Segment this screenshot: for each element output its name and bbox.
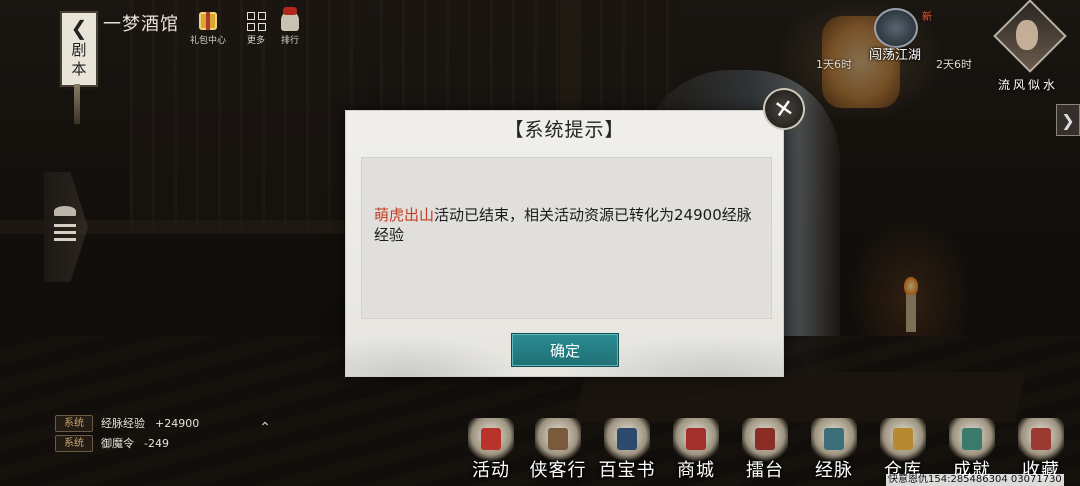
more-label: 更多 [246,36,265,46]
chevron-right-icon[interactable]: ❯ [1056,104,1080,136]
chevron-up-icon[interactable]: ⌃ [256,420,274,436]
log-tag: 系统 [55,414,93,432]
event-button[interactable]: 闯荡江湖 [864,8,926,68]
watermark: 快意恩仇154:285486304 03071730 [886,474,1064,486]
nav-label: 经脉 [815,460,853,481]
nav-xiakexing[interactable]: 侠客行 [525,418,591,484]
log-text: 经脉经验 [101,417,145,430]
drum-icon-fill [481,428,501,450]
chevron-left-icon: ❮ [70,16,88,40]
dialog-body: 萌虎出山活动已结束，相关活动资源已转化为24900经脉经验 [361,157,772,319]
log-row: 系统 御魔令 -249 [55,433,255,453]
player-avatar[interactable]: 流风似水 [993,0,1067,92]
meridian-icon-fill [824,428,844,450]
side-menu-icon [50,206,80,246]
event-label: 闯荡江湖 [868,48,921,63]
gift-center-button[interactable]: 礼包中心 [188,10,228,46]
collection-icon-fill [1031,428,1051,450]
log-text: 御魔令 [101,437,134,450]
ranking-button[interactable]: 排行 [270,7,310,46]
ranking-icon [281,7,299,31]
achievement-icon-fill [962,428,982,450]
dialog-title: 【系统提示】 [504,119,625,141]
book-icon-fill [617,428,637,450]
location-title: 一梦酒馆 [103,14,179,35]
shop-icon-fill [686,428,706,450]
nav-label: 百宝书 [598,460,656,481]
log-row: 系统 经脉经验 +24900 [55,413,255,433]
confirm-button[interactable]: 确定 [511,333,619,367]
nav-label: 侠客行 [529,460,587,481]
nav-meridian[interactable]: 经脉 [801,418,867,484]
event-timer-left: 1天6时 [816,58,852,71]
log-value: +24900 [155,416,200,430]
back-label: 剧本 [69,42,88,80]
nav-label: 商城 [677,460,715,481]
tassel-decoration [74,84,80,124]
nav-arena[interactable]: 擂台 [732,418,798,484]
back-button[interactable]: ❮ 剧本 [60,11,98,87]
arena-icon-fill [755,428,775,450]
log-value: -249 [144,436,169,450]
ranking-label: 排行 [280,36,299,46]
nav-label: 擂台 [746,460,784,481]
new-badge: 新 [922,12,932,23]
avatar-face [1016,20,1038,50]
more-grid-icon [246,11,266,31]
nav-activity[interactable]: 活动 [458,418,524,484]
system-log: 系统 经脉经验 +24900 系统 御魔令 -249 [55,413,255,453]
scroll-icon-fill [548,428,568,450]
nav-label: 活动 [472,460,510,481]
warehouse-icon-fill [893,428,913,450]
dialog-message: 萌虎出山活动已结束，相关活动资源已转化为24900经脉经验 [374,205,764,245]
nav-shop[interactable]: 商城 [663,418,729,484]
system-dialog: 【系统提示】 萌虎出山活动已结束，相关活动资源已转化为24900经脉经验 确定 [345,110,784,377]
nav-baibaoshu[interactable]: 百宝书 [594,418,660,484]
event-name-highlight: 萌虎出山 [374,206,435,224]
player-name: 流风似水 [997,78,1058,92]
event-timer-right: 2天6时 [936,58,972,71]
gift-center-label: 礼包中心 [189,36,226,46]
log-tag: 系统 [55,434,93,452]
event-icon [874,8,918,48]
gift-icon [199,12,217,30]
